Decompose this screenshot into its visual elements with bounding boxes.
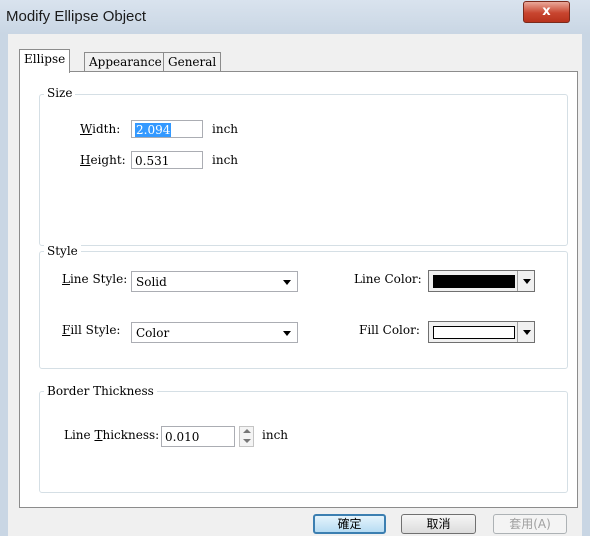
width-label: Width: <box>80 122 121 136</box>
apply-button[interactable]: 套用(A) <box>493 514 567 534</box>
close-button[interactable]: x <box>523 1 570 23</box>
line-color-swatch <box>433 275 515 288</box>
fill-style-label: Fill Style: <box>62 323 121 337</box>
color-divider <box>517 322 518 342</box>
window-title: Modify Ellipse Object <box>6 8 147 25</box>
line-color-picker[interactable] <box>428 270 535 292</box>
window-frame-right <box>582 34 590 536</box>
line-thickness-label-rest: hickness: <box>102 428 160 442</box>
fill-style-value: Color <box>136 326 170 340</box>
size-legend: Size <box>44 86 76 100</box>
chevron-down-icon <box>283 280 291 285</box>
border-thickness-group <box>39 391 568 493</box>
height-label-rest: eight: <box>90 153 126 167</box>
style-legend: Style <box>44 244 81 258</box>
line-style-label-rest: ine Style: <box>69 272 128 286</box>
width-unit: inch <box>212 122 239 136</box>
tab-panel-ellipse: Size Width: 2.094 inch Height: 0.531 inc… <box>19 71 578 508</box>
height-value: 0.531 <box>135 154 170 168</box>
width-label-rest: idth: <box>92 122 121 136</box>
border-thickness-legend: Border Thickness <box>44 384 157 398</box>
fill-style-select[interactable]: Color <box>131 322 298 343</box>
cancel-button[interactable]: 取消 <box>401 514 476 534</box>
width-input[interactable]: 2.094 <box>131 120 203 138</box>
spin-up-icon[interactable] <box>243 429 251 433</box>
ok-button[interactable]: 確定 <box>313 514 386 534</box>
fill-color-picker[interactable] <box>428 321 535 343</box>
spin-down-icon[interactable] <box>243 439 251 443</box>
tab-appearance[interactable]: Appearance <box>84 52 167 72</box>
line-thickness-label-pre: Line <box>64 428 95 442</box>
style-group <box>39 251 568 369</box>
line-thickness-value: 0.010 <box>165 430 200 444</box>
tab-general[interactable]: General <box>163 52 222 72</box>
tab-ellipse[interactable]: Ellipse <box>19 49 71 73</box>
close-icon: x <box>542 4 551 19</box>
fill-color-label: Fill Color: <box>359 323 420 337</box>
height-input[interactable]: 0.531 <box>131 151 203 169</box>
width-value: 2.094 <box>135 123 172 137</box>
color-divider <box>517 271 518 291</box>
line-thickness-unit: inch <box>262 428 289 442</box>
size-group <box>39 94 568 246</box>
chevron-down-icon <box>523 279 531 284</box>
chevron-down-icon <box>523 330 531 335</box>
height-unit: inch <box>212 153 239 167</box>
line-thickness-spinner[interactable] <box>239 426 254 447</box>
fill-color-swatch <box>433 326 515 339</box>
fill-style-label-rest: ill Style: <box>70 323 121 337</box>
window-frame-left <box>0 34 8 536</box>
line-style-select[interactable]: Solid <box>131 271 298 292</box>
line-style-label: Line Style: <box>62 272 128 286</box>
chevron-down-icon <box>283 331 291 336</box>
line-thickness-input[interactable]: 0.010 <box>161 426 235 447</box>
height-label: Height: <box>80 153 126 167</box>
line-style-value: Solid <box>136 275 167 289</box>
line-color-label: Line Color: <box>354 272 422 286</box>
line-thickness-label: Line Thickness: <box>64 428 160 442</box>
